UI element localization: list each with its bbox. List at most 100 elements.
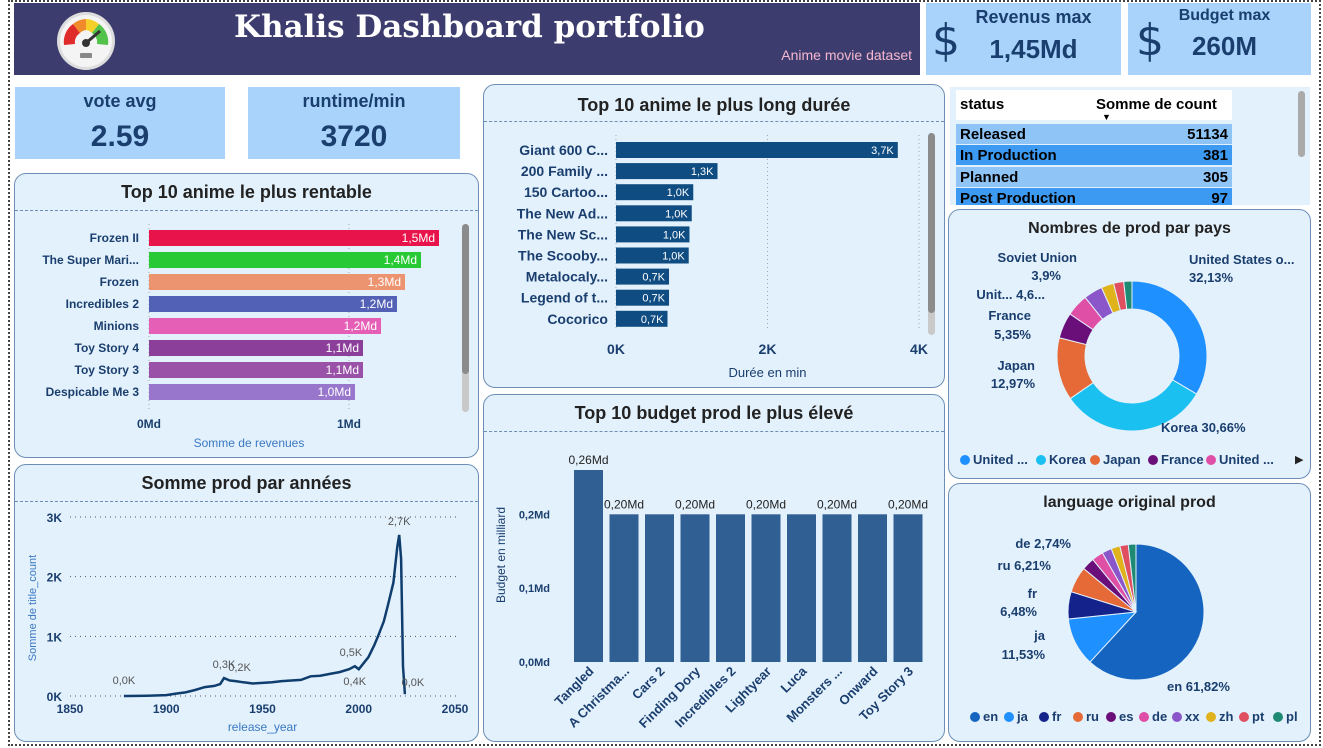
data-label: Unit... 4,6... — [976, 287, 1045, 302]
scrollbar-thumb[interactable] — [1298, 91, 1305, 157]
panel-pays: Nombres de prod par pays United States o… — [948, 209, 1311, 479]
data-label: 11,53% — [1002, 647, 1046, 662]
chart-annees: 0K1K2K3K1850 1900 1950 2000 20500,0K0,3K0,2K… — [27, 511, 469, 734]
tick-label: 0,1Md — [519, 583, 550, 595]
kpi-budget-max: $ Budget max 260M — [1128, 3, 1311, 75]
dashboard-title: Khalis Dashboard portfolio — [234, 9, 705, 45]
legend-marker — [1039, 712, 1049, 722]
legend-marker — [1090, 455, 1100, 465]
data-label: Soviet Union — [998, 250, 1078, 265]
data-label: 2,7K — [388, 516, 411, 528]
data-label: 1,4Md — [384, 253, 417, 267]
data-label: 0,7K — [641, 314, 664, 326]
chart-scrollbar[interactable] — [928, 133, 935, 335]
bar — [149, 230, 439, 246]
chart-duree: Giant 600 C... 3,7K 200 Family ... 1,3K 150 … — [517, 135, 928, 380]
category-label: Legend of t... — [521, 290, 608, 306]
legend-next-icon: ▶ — [1295, 454, 1304, 466]
data-label: 1,1Md — [326, 363, 359, 377]
category-label: The Super Mari... — [42, 253, 139, 267]
bar — [149, 274, 405, 290]
bar — [680, 514, 710, 662]
data-label: 5,35% — [994, 327, 1031, 342]
legend-label: ru — [1086, 709, 1099, 724]
data-label: 0,4K — [343, 676, 366, 688]
legend-marker — [1273, 712, 1283, 722]
chart-budget: 0,0Md0,1Md0,2Md0,26MdTangled0,20MdA Chri… — [494, 453, 928, 731]
tick-label: 0,0Md — [519, 657, 550, 669]
legend-marker — [1073, 712, 1083, 722]
tick-label: 2000 — [345, 702, 372, 716]
data-label: 1,0K — [662, 251, 685, 263]
status-cell: Planned — [960, 169, 1019, 186]
data-label: de 2,74% — [1015, 536, 1071, 551]
table-scrollbar[interactable] — [1298, 91, 1305, 201]
panel-duree: Top 10 anime le plus long durée Giant 60… — [483, 84, 945, 388]
status-table[interactable]: status Somme de count ▼ Released 51134 I… — [950, 87, 1310, 205]
data-label: 0,0K — [113, 675, 136, 687]
table-row[interactable]: Planned 305 — [956, 167, 1232, 187]
data-label: 1,0Md — [318, 385, 351, 399]
dollar-icon: $ — [1136, 15, 1164, 66]
chart-rentable: Frozen II 1,5Md The Super Mari... 1,4Md Froz… — [42, 224, 439, 450]
data-label: 0,0K — [402, 677, 425, 689]
bar — [645, 514, 674, 662]
legend-label: es — [1119, 709, 1133, 724]
data-label: 0,20Md — [888, 497, 928, 511]
scrollbar-thumb[interactable] — [462, 224, 469, 374]
data-label: 1,3K — [691, 166, 714, 178]
data-label: 1,5Md — [402, 231, 435, 245]
legend-label: de — [1152, 709, 1167, 724]
bar — [822, 514, 852, 662]
speedometer-gauge-icon — [56, 11, 116, 71]
table-row[interactable]: In Production 381 — [956, 145, 1232, 165]
tick-label: 1850 — [57, 702, 84, 716]
pie-slice — [1131, 280, 1208, 395]
bar — [609, 514, 639, 662]
legend-label: United ... — [973, 452, 1028, 467]
bar — [893, 514, 923, 662]
tick-label: 1K — [47, 630, 63, 644]
category-label: Minions — [94, 319, 140, 333]
data-label: 0,7K — [642, 293, 665, 305]
data-label: 1,1Md — [326, 341, 359, 355]
status-column-header[interactable]: status — [960, 96, 1004, 113]
tick-label: 4K — [910, 341, 928, 357]
data-label: 0,20Md — [675, 497, 715, 511]
header-banner: Khalis Dashboard portfolio Anime movie d… — [14, 3, 920, 75]
legend-marker — [1106, 712, 1116, 722]
scrollbar-thumb[interactable] — [928, 133, 935, 313]
legend-marker — [960, 455, 970, 465]
tick-label: 1900 — [153, 702, 180, 716]
legend-marker — [1036, 455, 1046, 465]
chart-scrollbar[interactable] — [462, 224, 469, 412]
tick-label: 0Md — [137, 417, 161, 431]
data-label: 1,0K — [663, 229, 686, 241]
category-label: Luca — [778, 663, 811, 696]
axis-title: Budget en milliard — [494, 507, 508, 603]
legend-label: pl — [1286, 709, 1298, 724]
legend-label: pt — [1252, 709, 1265, 724]
bar — [616, 142, 898, 158]
legend-label: Korea — [1049, 452, 1087, 467]
tick-label: 2K — [759, 341, 777, 357]
category-label: Frozen — [100, 275, 139, 289]
kpi-label: runtime/min — [302, 91, 406, 111]
bar — [149, 252, 421, 268]
legend-label: France — [1161, 452, 1204, 467]
table-row[interactable]: Post Production 97 — [956, 188, 1232, 205]
kpi-label: vote avg — [83, 91, 157, 111]
tick-label: 2050 — [442, 702, 469, 716]
table-row[interactable]: Released 51134 — [956, 124, 1232, 144]
count-cell: 97 — [1211, 190, 1228, 205]
category-label: Incredibles 2 — [66, 297, 140, 311]
data-label: fr — [1028, 586, 1037, 601]
count-column-header[interactable]: Somme de count — [1096, 96, 1217, 113]
category-label: Toy Story 4 — [75, 341, 140, 355]
category-label: The New Ad... — [517, 205, 608, 221]
data-label: 0,5K — [340, 647, 363, 659]
data-label: ru 6,21% — [998, 558, 1052, 573]
tick-label: 1Md — [337, 417, 361, 431]
legend-marker — [1206, 712, 1216, 722]
bar — [787, 514, 816, 662]
